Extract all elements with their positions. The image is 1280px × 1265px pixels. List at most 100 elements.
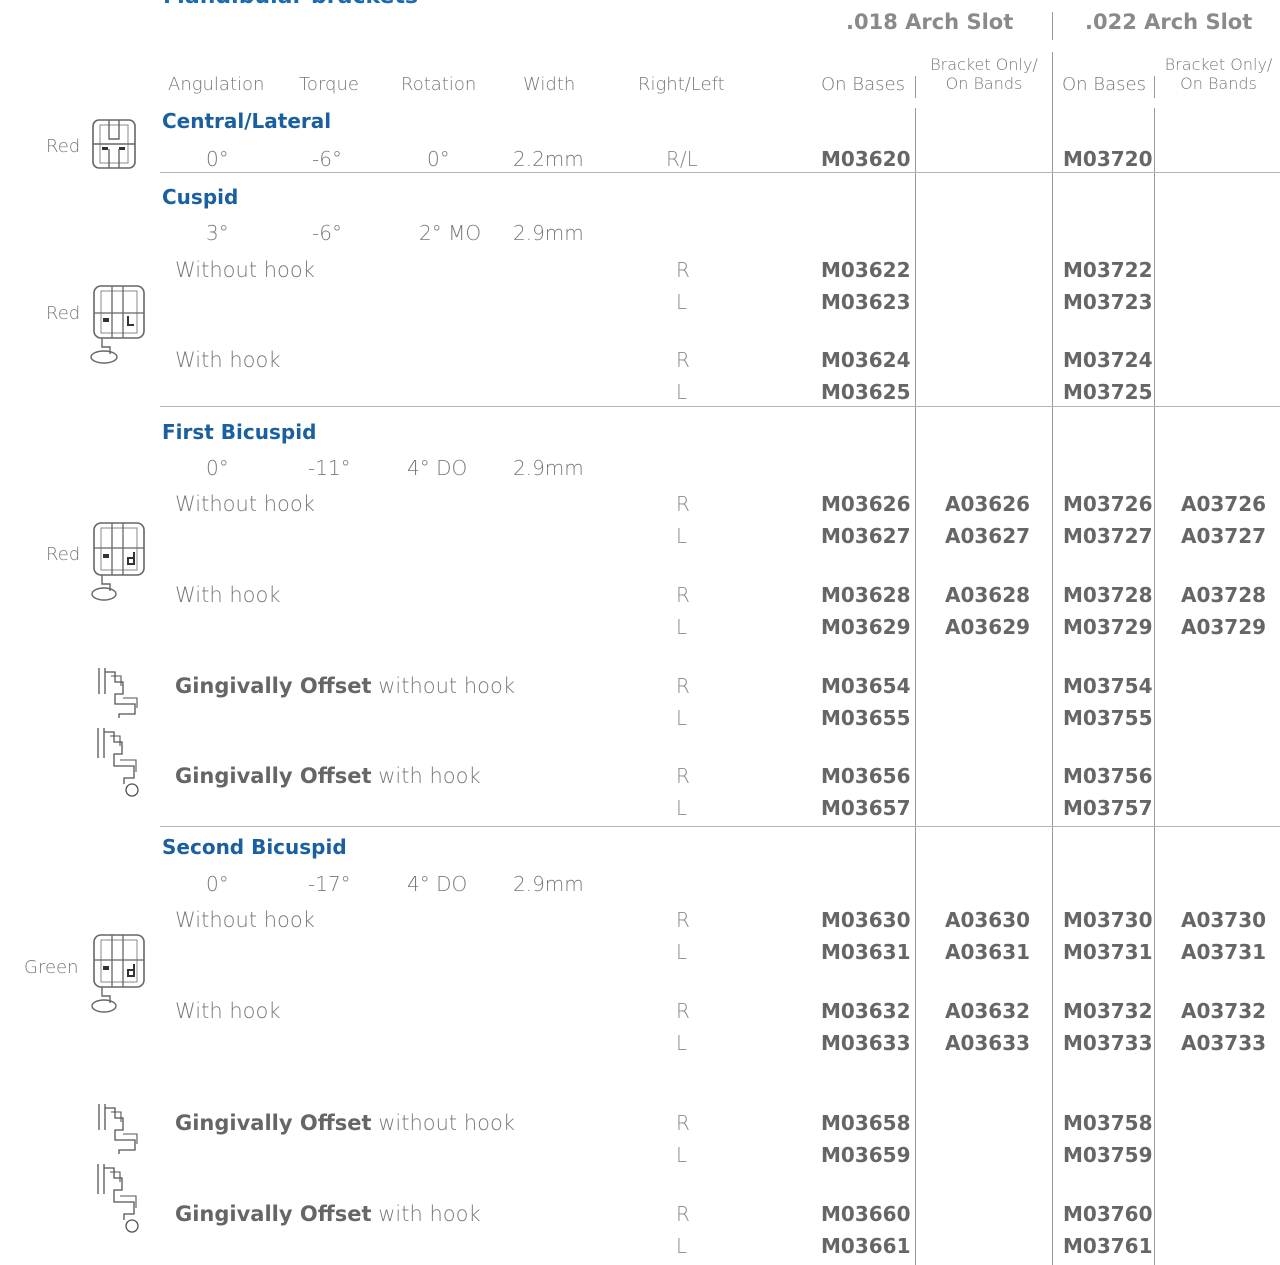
- rl-cell: L: [676, 380, 688, 404]
- part-number: M03732: [1063, 999, 1153, 1023]
- gingival-offset-label: Gingivally Offset: [175, 764, 372, 788]
- gingival-offset-hook-icon: [97, 728, 139, 797]
- slot-022-header: .022 Arch Slot: [1085, 10, 1253, 34]
- col-bracket-only-label: Bracket Only/: [1164, 55, 1273, 74]
- part-number: A03628: [945, 583, 1031, 607]
- col-on-bands-label: On Bands: [945, 74, 1023, 93]
- part-number: M03725: [1063, 380, 1153, 404]
- gingival-offset-label: Gingivally Offset: [175, 1111, 372, 1135]
- part-number: M03724: [1063, 348, 1153, 372]
- part-number: M03628: [821, 583, 911, 607]
- col-divider: [1052, 52, 1053, 1265]
- part-number: A03726: [1181, 492, 1267, 516]
- rl-cell: L: [676, 940, 688, 964]
- part-number: M03620: [821, 147, 911, 171]
- part-number: M03623: [821, 290, 911, 314]
- col-on-bases-018: On Bases: [821, 74, 905, 95]
- hook-variant-label: without hook: [378, 674, 516, 698]
- part-number: M03630: [821, 908, 911, 932]
- spec-angulation: 0°: [206, 147, 229, 171]
- without-hook-label: Without hook: [175, 258, 315, 282]
- part-number: A03730: [1181, 908, 1267, 932]
- rl-cell: L: [676, 796, 688, 820]
- gingival-offset-without-hook-label: Gingivally Offset without hook: [175, 674, 515, 698]
- col-divider: [1154, 408, 1155, 828]
- rl-cell: R: [676, 764, 690, 788]
- part-number: M03729: [1063, 615, 1153, 639]
- spec-width: 2.2mm: [513, 147, 584, 171]
- part-number: M03660: [821, 1202, 911, 1226]
- spec-torque: -6°: [312, 221, 342, 245]
- part-number: M03723: [1063, 290, 1153, 314]
- col-angulation: Angulation: [168, 74, 265, 95]
- part-number: M03760: [1063, 1202, 1153, 1226]
- part-number: M03632: [821, 999, 911, 1023]
- part-number: M03726: [1063, 492, 1153, 516]
- section-divider: [160, 826, 1280, 827]
- part-number: A03626: [945, 492, 1031, 516]
- rl-cell: L: [676, 1143, 688, 1167]
- part-number: A03627: [945, 524, 1031, 548]
- spec-rotation: 4° DO: [407, 872, 468, 896]
- rl-cell: R: [676, 1111, 690, 1135]
- bracket-with-hook-icon: [91, 934, 145, 1013]
- without-hook-label: Without hook: [175, 492, 315, 516]
- part-number: A03728: [1181, 583, 1267, 607]
- spec-angulation: 0°: [206, 456, 229, 480]
- spec-torque: -11°: [308, 456, 351, 480]
- rl-cell: L: [676, 1031, 688, 1055]
- part-number: M03731: [1063, 940, 1153, 964]
- rl-cell: L: [676, 1234, 688, 1258]
- col-rotation: Rotation: [401, 74, 477, 95]
- gingival-offset-with-hook-label: Gingivally Offset with hook: [175, 1202, 481, 1226]
- hook-variant-label: with hook: [378, 764, 481, 788]
- part-number: A03629: [945, 615, 1031, 639]
- slot-018-header: .018 Arch Slot: [846, 10, 1014, 34]
- part-number: M03625: [821, 380, 911, 404]
- col-divider: [1154, 108, 1155, 408]
- with-hook-label: With hook: [175, 999, 281, 1023]
- color-label: Green: [24, 957, 79, 978]
- spec-width: 2.9mm: [513, 456, 584, 480]
- col-divider: [915, 108, 916, 1265]
- section-divider: [160, 172, 1280, 173]
- part-number: M03756: [1063, 764, 1153, 788]
- rl-cell: L: [676, 524, 688, 548]
- without-hook-label: Without hook: [175, 908, 315, 932]
- rl-cell: R: [676, 908, 690, 932]
- gingival-offset-with-hook-label: Gingivally Offset with hook: [175, 764, 481, 788]
- part-number: M03759: [1063, 1143, 1153, 1167]
- rl-cell: R: [676, 1202, 690, 1226]
- part-number: M03733: [1063, 1031, 1153, 1055]
- col-on-bases-022: On Bases: [1062, 74, 1146, 95]
- part-number: A03633: [945, 1031, 1031, 1055]
- rl-cell: R/L: [666, 147, 698, 171]
- part-number: A03632: [945, 999, 1031, 1023]
- section-title-central: Central/Lateral: [162, 109, 332, 133]
- spec-rotation: 2° MO: [419, 221, 482, 245]
- part-number: M03757: [1063, 796, 1153, 820]
- hook-variant-label: with hook: [378, 1202, 481, 1226]
- part-number: M03661: [821, 1234, 911, 1258]
- rl-cell: R: [676, 258, 690, 282]
- rl-cell: R: [676, 492, 690, 516]
- part-number: M03633: [821, 1031, 911, 1055]
- spec-width: 2.9mm: [513, 221, 584, 245]
- col-torque: Torque: [299, 74, 359, 95]
- spec-torque: -6°: [312, 147, 342, 171]
- spec-torque: -17°: [308, 872, 351, 896]
- rl-cell: R: [676, 583, 690, 607]
- part-number: M03755: [1063, 706, 1153, 730]
- spec-angulation: 0°: [206, 872, 229, 896]
- color-label: Red: [46, 303, 81, 324]
- part-number: M03624: [821, 348, 911, 372]
- part-number: M03631: [821, 940, 911, 964]
- gingival-offset-label: Gingivally Offset: [175, 674, 372, 698]
- bracket-with-hook-icon: [90, 285, 145, 364]
- col-bracket-only-022: Bracket Only/ On Bands: [1157, 55, 1280, 93]
- part-number: A03733: [1181, 1031, 1267, 1055]
- part-number: A03631: [945, 940, 1031, 964]
- section-divider: [160, 406, 1280, 407]
- spec-angulation: 3°: [206, 221, 229, 245]
- part-number: A03630: [945, 908, 1031, 932]
